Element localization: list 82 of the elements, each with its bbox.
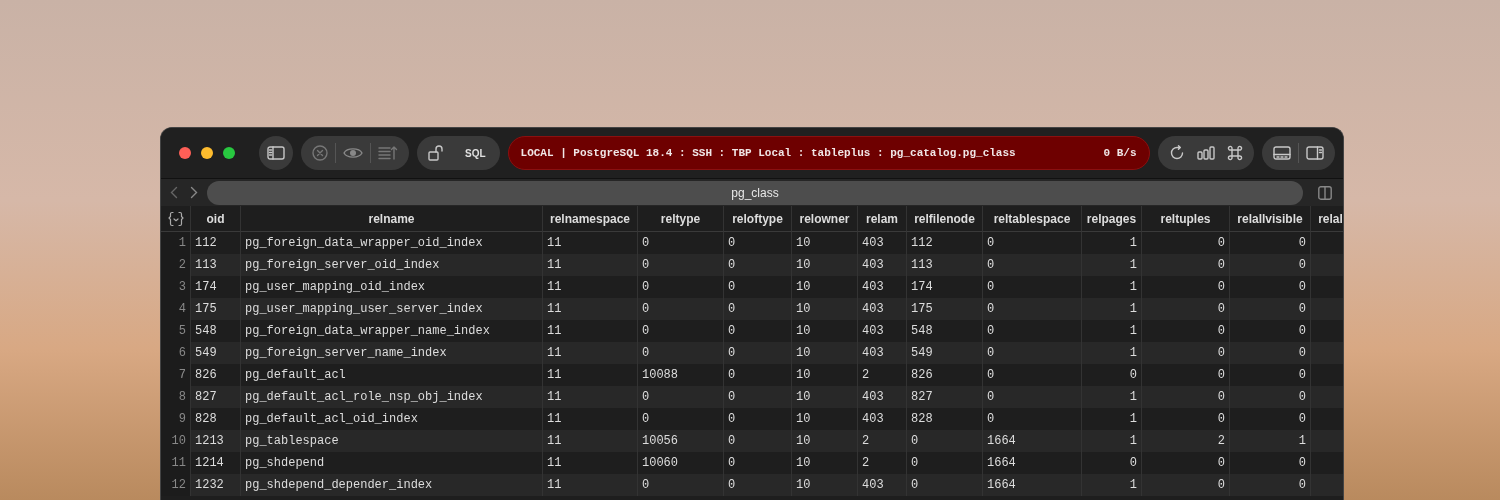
table-cell: 11 [543, 474, 638, 496]
table-cell: 11 [543, 430, 638, 452]
table-cell: pg_tablespace [241, 430, 543, 452]
table-cell: 0 [638, 386, 724, 408]
table-cell: 11 [543, 342, 638, 364]
table-cell: 0 [907, 474, 983, 496]
table-cell: 10 [792, 254, 858, 276]
table-cell: 1 [1082, 298, 1142, 320]
table-cell: 0 [724, 430, 792, 452]
table-cell: pg_foreign_server_oid_index [241, 254, 543, 276]
table-cell: 0 [1230, 254, 1311, 276]
table-cell: 10 [792, 430, 858, 452]
table-cell: 0 [638, 298, 724, 320]
table-cell: 827 [191, 386, 241, 408]
table-cell: 0 [638, 342, 724, 364]
table-cell: 0 [724, 386, 792, 408]
table-cell: 0 [1142, 298, 1230, 320]
sidebar-toggle-button[interactable] [259, 136, 293, 170]
sidebar-icon [267, 146, 285, 160]
table-cell: 11 [543, 298, 638, 320]
table-cell: 0 [907, 430, 983, 452]
table-cell: 549 [191, 342, 241, 364]
table-cell: 0 [983, 386, 1082, 408]
table-cell: 0 [724, 254, 792, 276]
table-cell: 403 [858, 298, 907, 320]
table-cell: 1213 [191, 430, 241, 452]
table-cell: 10056 [638, 430, 724, 452]
zoom-button[interactable] [223, 147, 235, 159]
table-cell: 0 [1142, 254, 1230, 276]
table-cell: 10 [792, 386, 858, 408]
table-cell: pg_default_acl_role_nsp_obj_index [241, 386, 543, 408]
table-cell: pg_shdepend_depender_index [241, 474, 543, 496]
table-cell: 10 [792, 298, 858, 320]
table-cell: 0 [724, 474, 792, 496]
table-cell: 1 [1230, 430, 1311, 452]
tab[interactable]: pg_class [207, 180, 1303, 205]
table-cell: 0 [638, 474, 724, 496]
table-cell: 2 [1142, 430, 1230, 452]
table-cell: 113 [907, 254, 983, 276]
table-cell: 0 [983, 254, 1082, 276]
table-cell: 0 [1142, 474, 1230, 496]
table-cell: 1232 [191, 474, 241, 496]
table-cell: 11 [543, 254, 638, 276]
table-cell: 113 [191, 254, 241, 276]
table-cell: 0 [1142, 342, 1230, 364]
table-cell: 403 [858, 254, 907, 276]
table-cell: 1 [1082, 386, 1142, 408]
table-cell: 549 [907, 342, 983, 364]
table-cell: 0 [1230, 386, 1311, 408]
table-cell: 175 [907, 298, 983, 320]
minimize-button[interactable] [201, 147, 213, 159]
table-cell: 403 [858, 342, 907, 364]
connection-info: LOCAL | PostgreSQL 18.4 : SSH : TBP Local : tableplus : pg_catalog.pg_class [520, 147, 1016, 159]
sql-button[interactable]: SQL [451, 141, 494, 165]
table-cell: 0 [1230, 298, 1311, 320]
table-cell: 0 [983, 298, 1082, 320]
table-cell: 0 [1230, 342, 1311, 364]
table-cell: 0 [983, 342, 1082, 364]
table-cell: 1 [1082, 254, 1142, 276]
table-cell: 827 [907, 386, 983, 408]
table-cell: 0 [724, 298, 792, 320]
table-cell: 1 [1082, 342, 1142, 364]
table-cell: 10 [792, 342, 858, 364]
table-cell: 1 [1082, 430, 1142, 452]
table-cell: 11 [543, 386, 638, 408]
table-cell: 1 [1082, 474, 1142, 496]
table-cell: 0 [724, 342, 792, 364]
table-cell: 2 [858, 430, 907, 452]
table-cell: pg_foreign_server_name_index [241, 342, 543, 364]
table-cell: 0 [638, 254, 724, 276]
table-cell: 1664 [983, 430, 1082, 452]
table-cell: 10 [792, 474, 858, 496]
code-braces-icon[interactable] [167, 210, 184, 227]
table-cell: 0 [1142, 386, 1230, 408]
table-cell: 0 [1230, 474, 1311, 496]
transfer-speed: 0 B/s [1103, 147, 1137, 159]
table-cell: 403 [858, 474, 907, 496]
table-cell: 403 [858, 386, 907, 408]
table-cell: pg_user_mapping_user_server_index [241, 298, 543, 320]
close-button[interactable] [179, 147, 191, 159]
table-cell: 175 [191, 298, 241, 320]
table-cell: 1664 [983, 474, 1082, 496]
